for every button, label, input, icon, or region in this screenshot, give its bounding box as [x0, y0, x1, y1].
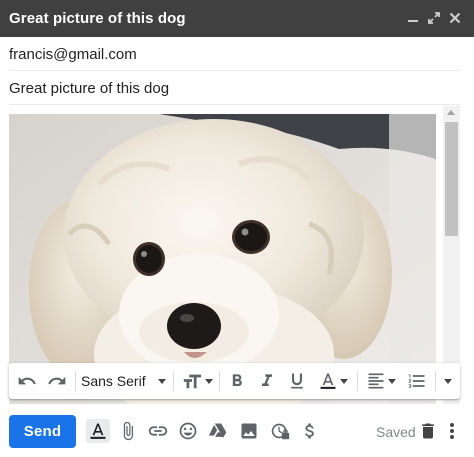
send-button[interactable]: Send [9, 415, 76, 448]
scroll-up-icon[interactable] [447, 110, 455, 115]
attach-icon[interactable] [116, 419, 140, 443]
align-icon[interactable] [363, 363, 399, 399]
money-icon[interactable] [298, 419, 322, 443]
italic-icon[interactable] [255, 363, 279, 399]
bold-icon[interactable] [225, 363, 249, 399]
recipient-field[interactable]: francis@gmail.com [9, 38, 460, 71]
compose-titlebar[interactable]: Great picture of this dog [0, 0, 474, 37]
undo-icon[interactable] [15, 363, 39, 399]
discard-icon[interactable] [416, 419, 440, 443]
font-select-label: Sans Serif [81, 373, 146, 389]
formatting-toolbar: Sans Serif [9, 363, 460, 399]
photo-icon[interactable] [237, 419, 261, 443]
formatting-options-icon[interactable] [86, 419, 110, 443]
scroll-thumb[interactable] [445, 122, 458, 236]
chevron-down-icon [157, 378, 166, 384]
subject-field[interactable]: Great picture of this dog [9, 72, 460, 105]
numbered-list-icon[interactable] [405, 363, 429, 399]
drive-icon[interactable] [206, 419, 230, 443]
message-body[interactable] [9, 114, 436, 404]
compose-title: Great picture of this dog [9, 10, 186, 27]
emoji-icon[interactable] [176, 419, 200, 443]
text-size-icon[interactable] [179, 363, 215, 399]
compose-bottom-bar: Send Saved [0, 410, 474, 457]
font-select[interactable]: Sans Serif [81, 363, 169, 399]
close-icon[interactable] [446, 9, 464, 27]
more-options-icon[interactable] [442, 419, 462, 443]
more-formatting-icon[interactable] [439, 363, 457, 399]
link-icon[interactable] [146, 419, 170, 443]
text-color-icon[interactable] [315, 363, 351, 399]
dog-photo [9, 114, 436, 404]
expand-icon[interactable] [425, 9, 443, 27]
confidential-icon[interactable] [268, 419, 292, 443]
redo-icon[interactable] [45, 363, 69, 399]
saved-status: Saved [376, 424, 416, 440]
minimize-icon[interactable] [404, 9, 422, 27]
body-scrollbar[interactable] [443, 106, 460, 404]
underline-icon[interactable] [285, 363, 309, 399]
